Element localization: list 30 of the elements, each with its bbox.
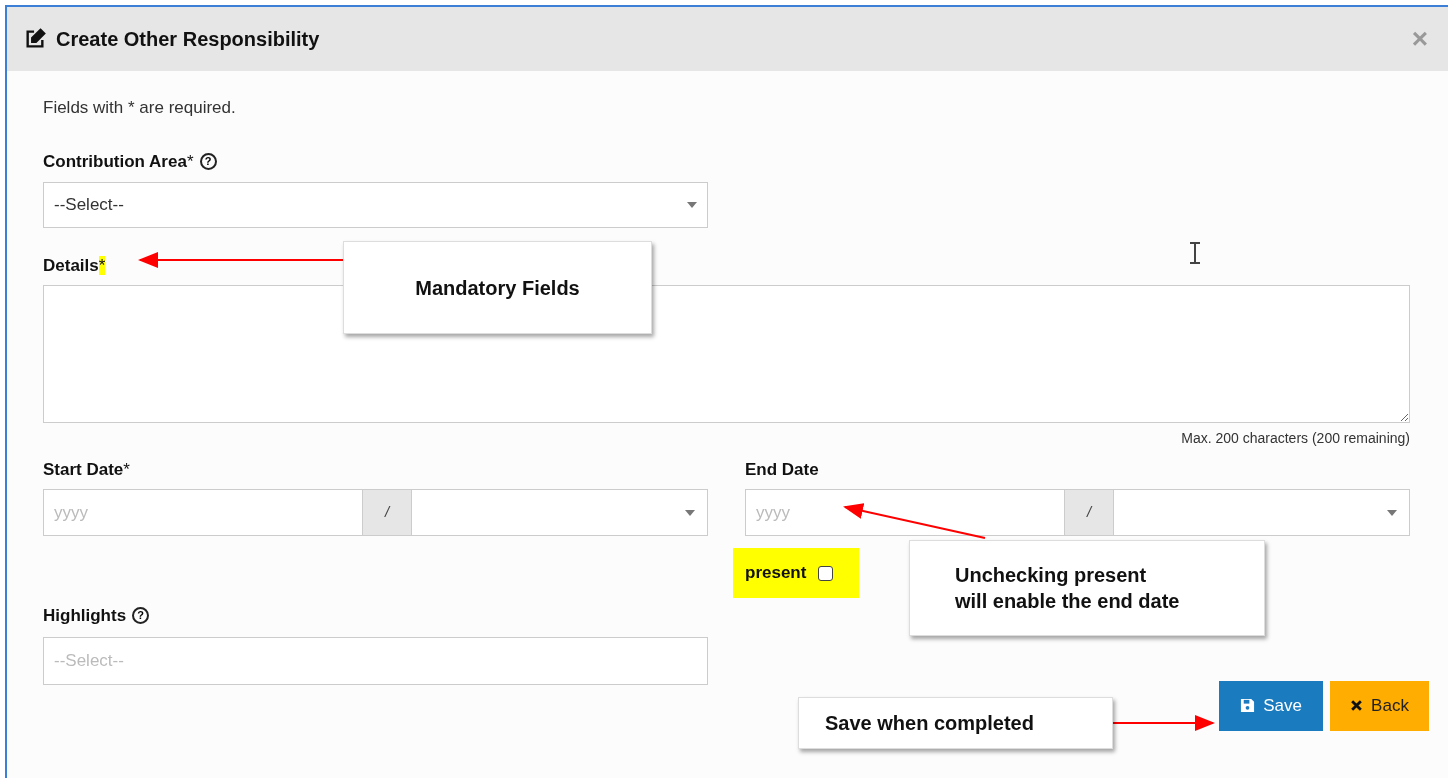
character-counter: Max. 200 characters (200 remaining): [1181, 428, 1410, 448]
save-button[interactable]: Save: [1219, 680, 1323, 731]
callout: Save when completed: [798, 697, 1113, 749]
present-checkbox[interactable]: present: [733, 548, 859, 598]
help-icon[interactable]: ?: [132, 607, 150, 625]
field-label: Details*: [43, 255, 106, 277]
contribution-area-dropdown[interactable]: --Select--: [43, 182, 708, 228]
save-icon: [1240, 698, 1256, 713]
close-icon: [1350, 699, 1364, 712]
month-dropdown[interactable]: [411, 489, 708, 536]
edit-icon: [24, 28, 46, 50]
dropdown-caret-icon: [685, 509, 695, 516]
month-dropdown[interactable]: [1113, 489, 1410, 536]
field-label: End Date: [745, 458, 819, 481]
callout: Mandatory Fields: [343, 241, 652, 334]
dialog-title: Create Other Responsibility: [56, 27, 320, 52]
back-button[interactable]: Back: [1330, 680, 1429, 731]
dropdown-caret-icon: [1387, 509, 1397, 516]
field-label: Start Date*: [43, 458, 130, 481]
date-separator: /: [363, 489, 411, 536]
help-icon[interactable]: ?: [199, 152, 217, 170]
callout: Unchecking present will enable the end date: [909, 540, 1265, 636]
required-note: Fields with * are required.: [43, 97, 237, 119]
date-separator: /: [1065, 489, 1113, 536]
field-label: Contribution Area*: [43, 150, 194, 173]
text-cursor-icon: [1189, 242, 1201, 264]
year-field[interactable]: yyyy: [43, 489, 363, 536]
field-label: Highlights: [43, 605, 127, 627]
year-field[interactable]: yyyy: [745, 489, 1065, 536]
dropdown-caret-icon: [687, 202, 697, 208]
